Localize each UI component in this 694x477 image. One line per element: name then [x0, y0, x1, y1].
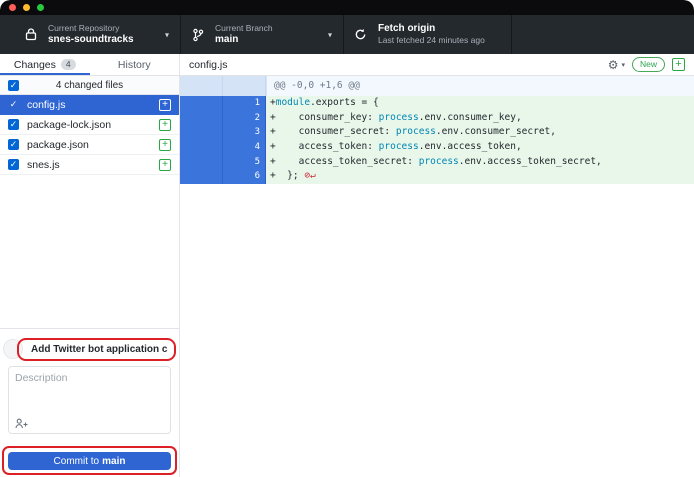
diff-code: +module.exports = { — [266, 96, 694, 111]
file-checkbox[interactable]: ✓ — [8, 119, 19, 130]
diff-line[interactable]: 1+module.exports = { — [180, 96, 694, 111]
chevron-down-icon[interactable]: ▾ — [621, 61, 625, 69]
diff-gutter-old[interactable] — [180, 140, 223, 155]
diff-gutter-new[interactable]: 3 — [223, 125, 266, 140]
diff-gutter-old[interactable] — [180, 125, 223, 140]
file-status-new-badge: New — [632, 57, 665, 71]
select-all-checkbox[interactable]: ✓ — [8, 80, 19, 91]
tab-changes[interactable]: Changes 4 — [0, 54, 90, 75]
add-coauthor-icon[interactable] — [15, 418, 28, 429]
diff-gutter-old[interactable] — [180, 96, 223, 111]
file-checkbox[interactable]: ✓ — [8, 99, 19, 110]
file-row[interactable]: ✓ config.js+ — [0, 95, 179, 115]
file-name: package-lock.json — [27, 119, 159, 131]
file-row[interactable]: ✓ snes.js+ — [0, 155, 179, 175]
file-status-added-icon: + — [159, 119, 171, 131]
diff-line[interactable]: 2+ consumer_key: process.env.consumer_ke… — [180, 111, 694, 126]
keyword-token: process — [379, 112, 419, 123]
sync-icon — [354, 28, 367, 42]
current-repository-button[interactable]: Current Repository snes-soundtracks ▾ — [0, 15, 181, 54]
commit-form: Commit to main — [0, 328, 179, 477]
file-name: package.json — [27, 139, 159, 151]
fetch-title: Fetch origin — [378, 23, 485, 36]
diff-gutter-old[interactable] — [180, 155, 223, 170]
no-newline-icon: ⊘↵ — [304, 170, 315, 181]
keyword-token: process — [379, 141, 419, 152]
repository-name: snes-soundtracks — [48, 34, 134, 47]
changed-file-list: ✓config.js+✓package-lock.json+✓package.j… — [0, 95, 179, 175]
zoom-button[interactable] — [37, 4, 44, 11]
diff-gutter-old[interactable] — [180, 111, 223, 126]
changes-count-badge: 4 — [61, 59, 76, 70]
gear-icon[interactable]: ⚙ — [608, 59, 619, 71]
file-checkbox[interactable]: ✓ — [8, 139, 19, 150]
diff-lines: 1+module.exports = {2+ consumer_key: pro… — [180, 96, 694, 184]
diff-gutter-new[interactable]: 2 — [223, 111, 266, 126]
hunk-gutter — [180, 76, 267, 96]
sidebar-tabs: Changes 4 History — [0, 54, 179, 76]
diff-code: + consumer_secret: process.env.consumer_… — [266, 125, 694, 140]
changes-sidebar: Changes 4 History ✓ 4 changed files ✓ con… — [0, 54, 180, 477]
keyword-token: process — [396, 126, 436, 137]
diff-gutter-old[interactable] — [180, 169, 223, 184]
diff-line[interactable]: 5+ access_token_secret: process.env.acce… — [180, 155, 694, 170]
diff-pane: config.js ⚙ ▾ New + @@ -0,0 +1,6 @@ 1+mo… — [180, 54, 694, 477]
minimize-button[interactable] — [23, 4, 30, 11]
lock-icon — [24, 28, 37, 42]
file-status-added-icon: + — [159, 139, 171, 151]
titlebar — [0, 0, 694, 15]
git-branch-icon — [191, 28, 204, 42]
changed-files-count: 4 changed files — [56, 80, 123, 91]
github-desktop-window: Current Repository snes-soundtracks ▾ Cu… — [0, 0, 694, 477]
diff-gutter-new[interactable]: 5 — [223, 155, 266, 170]
diff-header: config.js ⚙ ▾ New + — [180, 54, 694, 76]
diff-line[interactable]: 4+ access_token: process.env.access_toke… — [180, 140, 694, 155]
file-checkbox[interactable]: ✓ — [8, 159, 19, 170]
file-name: config.js — [27, 99, 159, 111]
file-row[interactable]: ✓ package.json+ — [0, 135, 179, 155]
chevron-down-icon: ▾ — [328, 30, 332, 39]
close-button[interactable] — [9, 4, 16, 11]
file-status-added-icon: + — [159, 159, 171, 171]
commit-button-prefix: Commit to — [54, 456, 100, 467]
commit-description-textarea[interactable] — [9, 367, 170, 413]
tab-history-label: History — [118, 59, 151, 71]
diff-line[interactable]: 3+ consumer_secret: process.env.consumer… — [180, 125, 694, 140]
keyword-token: process — [419, 156, 459, 167]
toolbar-spacer — [512, 15, 694, 54]
diff-code: + access_token_secret: process.env.acces… — [266, 155, 694, 170]
commit-button-branch: main — [102, 456, 125, 467]
diff-file-title: config.js — [189, 59, 608, 71]
fetch-origin-button[interactable]: Fetch origin Last fetched 24 minutes ago — [344, 15, 512, 54]
commit-summary-input[interactable] — [31, 341, 168, 357]
hunk-header-text: @@ -0,0 +1,6 @@ — [267, 76, 694, 96]
diff-code: + consumer_key: process.env.consumer_key… — [266, 111, 694, 126]
diff-line[interactable]: 6+ }; ⊘↵ — [180, 169, 694, 184]
branch-name: main — [215, 34, 273, 47]
current-branch-button[interactable]: Current Branch main ▾ — [181, 15, 344, 54]
file-status-added-icon: + — [159, 99, 171, 111]
diff-gutter-new[interactable]: 4 — [223, 140, 266, 155]
keyword-token: module — [276, 97, 310, 108]
commit-description-box — [8, 366, 171, 434]
diff-code: + access_token: process.env.access_token… — [266, 140, 694, 155]
main-area: Changes 4 History ✓ 4 changed files ✓ con… — [0, 54, 694, 477]
tab-history[interactable]: History — [90, 54, 180, 75]
file-row[interactable]: ✓ package-lock.json+ — [0, 115, 179, 135]
select-all-row[interactable]: ✓ 4 changed files — [0, 76, 179, 95]
branch-label: Current Branch — [215, 23, 273, 34]
chevron-down-icon: ▾ — [165, 30, 169, 39]
fetch-subtitle: Last fetched 24 minutes ago — [378, 35, 485, 46]
commit-button[interactable]: Commit to main — [8, 452, 171, 470]
diff-gutter-new[interactable]: 1 — [223, 96, 266, 111]
tab-changes-label: Changes — [14, 59, 56, 71]
toolbar: Current Repository snes-soundtracks ▾ Cu… — [0, 15, 694, 54]
repository-label: Current Repository — [48, 23, 134, 34]
diff-code: + }; ⊘↵ — [266, 169, 694, 184]
diff-added-icon: + — [672, 58, 685, 71]
file-name: snes.js — [27, 159, 159, 171]
avatar — [3, 339, 23, 359]
diff-gutter-new[interactable]: 6 — [223, 169, 266, 184]
hunk-header-row: @@ -0,0 +1,6 @@ — [180, 76, 694, 96]
